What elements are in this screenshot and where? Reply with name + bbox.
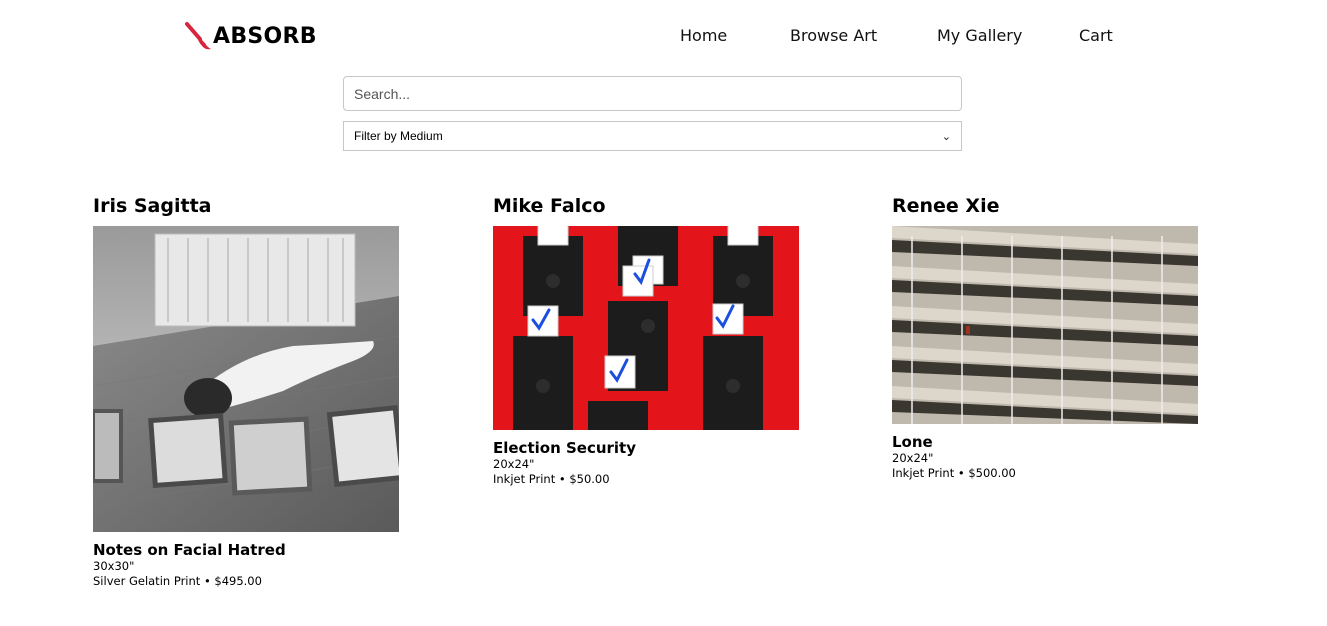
- main-nav: Home Browse Art My Gallery Cart: [0, 26, 1327, 48]
- artwork-size: 30x30": [93, 559, 135, 573]
- artwork-size: 20x24": [892, 451, 934, 465]
- filter-selected-label: Filter by Medium: [354, 129, 443, 143]
- artwork-image[interactable]: [93, 226, 399, 532]
- artwork-image[interactable]: [493, 226, 799, 430]
- nav-my-gallery[interactable]: My Gallery: [937, 26, 1022, 45]
- artist-name: Renee Xie: [892, 195, 1000, 217]
- artwork-card[interactable]: Renee Xie Lone 20x24" Inkjet Print • $50…: [892, 195, 1212, 481]
- artwork-medium-price: Inkjet Print • $50.00: [493, 472, 610, 486]
- artwork-title[interactable]: Notes on Facial Hatred: [93, 541, 413, 559]
- artwork-card[interactable]: Iris Sagitta Notes on Facial Hatred 30x3…: [93, 195, 413, 589]
- nav-cart[interactable]: Cart: [1079, 26, 1113, 45]
- nav-home[interactable]: Home: [680, 26, 727, 45]
- chevron-down-icon: ⌄: [941, 130, 951, 143]
- artwork-image[interactable]: [892, 226, 1198, 424]
- artist-name: Iris Sagitta: [93, 195, 212, 217]
- search-input[interactable]: [343, 76, 962, 111]
- artwork-title[interactable]: Lone: [892, 433, 1212, 451]
- artwork-medium-price: Inkjet Print • $500.00: [892, 466, 1016, 480]
- artwork-title[interactable]: Election Security: [493, 439, 813, 457]
- nav-browse-art[interactable]: Browse Art: [790, 26, 877, 45]
- artwork-size: 20x24": [493, 457, 535, 471]
- medium-filter-select[interactable]: Filter by Medium ⌄: [343, 121, 962, 151]
- artwork-medium-price: Silver Gelatin Print • $495.00: [93, 574, 262, 588]
- artwork-card[interactable]: Mike Falco Election Security 20x24" Inkj…: [493, 195, 813, 487]
- artist-name: Mike Falco: [493, 195, 606, 217]
